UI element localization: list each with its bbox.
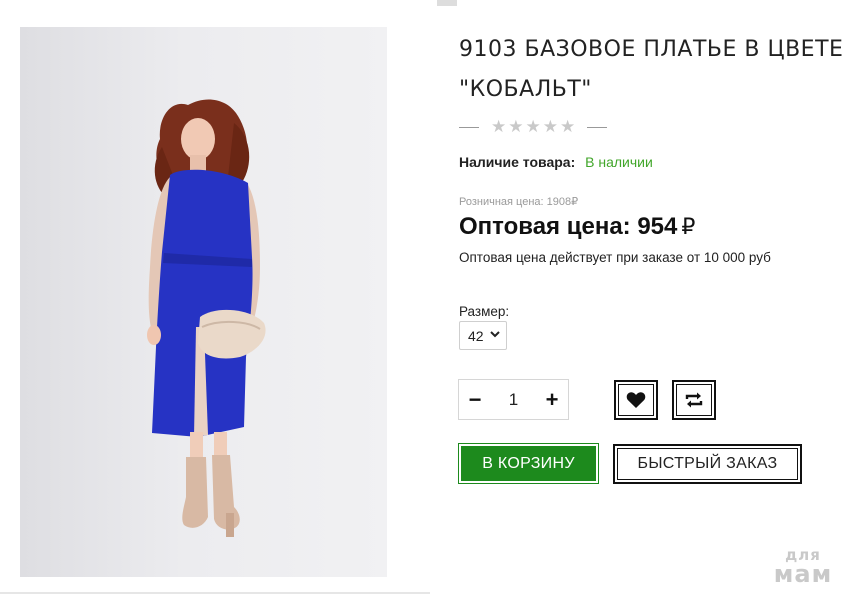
chevron-down-icon	[489, 330, 500, 341]
size-label: Размер:	[459, 304, 510, 319]
rating-stars[interactable]: ★ ★ ★ ★ ★	[491, 118, 575, 136]
quantity-decrease-button[interactable]: −	[459, 388, 491, 411]
quantity-input[interactable]: 1	[491, 390, 536, 410]
add-to-cart-button[interactable]: В КОРЗИНУ	[458, 443, 599, 484]
compare-icon	[685, 392, 703, 408]
star-icon[interactable]: ★	[560, 118, 575, 136]
rating-divider-left	[459, 126, 479, 128]
watermark-logo: для мам	[766, 548, 840, 588]
bottom-divider	[0, 592, 430, 594]
rating: ★ ★ ★ ★ ★	[459, 118, 608, 136]
star-icon[interactable]: ★	[491, 118, 506, 136]
compare-button[interactable]	[672, 380, 716, 420]
quantity-stepper[interactable]: − 1 +	[458, 379, 569, 420]
star-icon[interactable]: ★	[508, 118, 523, 136]
product-image[interactable]	[20, 27, 387, 577]
retail-price: Розничная цена: 1908₽	[459, 196, 579, 208]
watermark-line2: мам	[773, 560, 833, 588]
model-photo	[147, 99, 266, 537]
quantity-increase-button[interactable]: +	[536, 388, 568, 411]
size-select[interactable]: 42	[459, 321, 507, 350]
top-divider	[437, 0, 457, 6]
wishlist-button[interactable]	[614, 380, 658, 420]
wholesale-price-value: Оптовая цена: 954	[459, 213, 678, 240]
rating-divider-right	[587, 126, 608, 128]
availability-label: Наличие товара:	[459, 154, 576, 170]
product-title: 9103 БАЗОВОЕ ПЛАТЬЕ В ЦВЕТЕ "КОБАЛЬТ"	[459, 37, 844, 102]
star-icon[interactable]: ★	[526, 118, 541, 136]
wholesale-price: Оптовая цена: 954 ₽	[459, 213, 695, 241]
size-selected-value: 42	[468, 327, 484, 344]
wholesale-note: Оптовая цена действует при заказе от 10 …	[459, 250, 771, 265]
heart-icon	[626, 392, 646, 408]
availability-status: В наличии	[585, 154, 653, 170]
quick-order-button[interactable]: БЫСТРЫЙ ЗАКАЗ	[613, 444, 802, 484]
star-icon[interactable]: ★	[543, 118, 558, 136]
availability: Наличие товара: В наличии	[459, 154, 653, 170]
ruble-icon: ₽	[681, 215, 696, 240]
quick-order-label: БЫСТРЫЙ ЗАКАЗ	[637, 455, 778, 472]
